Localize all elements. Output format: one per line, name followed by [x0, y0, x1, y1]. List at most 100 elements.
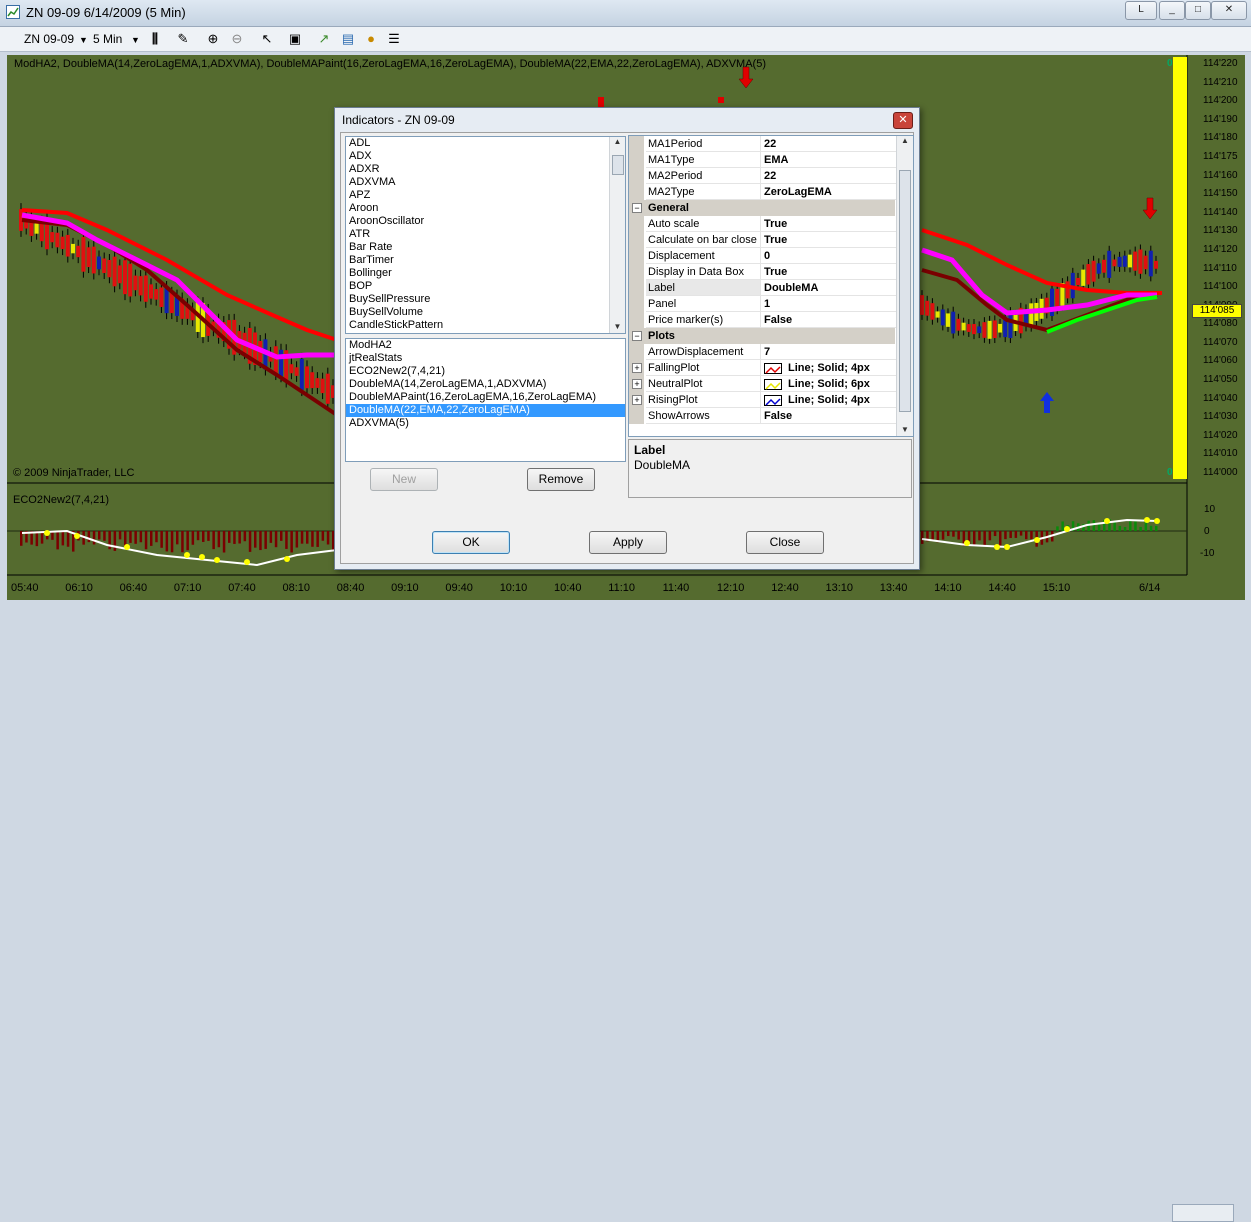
collapse-icon[interactable]: −	[632, 203, 642, 213]
close-window-button[interactable]: ✕	[1211, 1, 1247, 20]
available-indicator-item[interactable]: BOP	[346, 280, 625, 293]
property-row[interactable]: Display in Data Box True	[629, 264, 897, 280]
zoom-in-icon[interactable]: ⊕	[204, 30, 222, 48]
bar-type-icon[interactable]: ⫼	[146, 30, 164, 48]
indicators-icon[interactable]: ↗	[315, 30, 333, 48]
available-indicator-item[interactable]: AroonOscillator	[346, 215, 625, 228]
property-value[interactable]: ZeroLagEMA	[760, 184, 897, 200]
property-row[interactable]: + NeutralPlot Line; Solid; 6px	[629, 376, 897, 392]
available-indicator-item[interactable]: Aroon	[346, 202, 625, 215]
instrument-selector[interactable]: ZN 09-09	[24, 32, 74, 46]
property-category[interactable]: − Plots	[629, 328, 895, 344]
available-list-scrollbar[interactable]: ▲ ▼	[609, 137, 625, 333]
property-value[interactable]: 7	[760, 344, 897, 360]
applied-indicator-item[interactable]: ECO2New2(7,4,21)	[346, 365, 625, 378]
applied-indicator-item[interactable]: ModHA2	[346, 339, 625, 352]
remove-button[interactable]: Remove	[527, 468, 595, 491]
status-bar	[0, 600, 1251, 1222]
data-box-icon[interactable]: ☰	[385, 30, 403, 48]
properties-icon[interactable]: ▣	[286, 30, 304, 48]
expand-icon[interactable]: +	[632, 363, 642, 373]
scroll-thumb[interactable]	[899, 170, 911, 412]
available-indicator-item[interactable]: ATR	[346, 228, 625, 241]
available-indicator-item[interactable]: APZ	[346, 189, 625, 202]
property-value[interactable]: False	[760, 408, 897, 424]
plot-color-swatch	[764, 394, 782, 406]
property-value[interactable]: True	[760, 216, 897, 232]
applied-indicator-item[interactable]: DoubleMAPaint(16,ZeroLagEMA,16,ZeroLagEM…	[346, 391, 625, 404]
property-row[interactable]: Auto scale True	[629, 216, 897, 232]
available-indicator-item[interactable]: ADXVMA	[346, 176, 625, 189]
property-grid[interactable]: MA1Period 22 MA1Type EMA MA2Period 22 MA2Type Z…	[628, 135, 914, 437]
close-button[interactable]: Close	[746, 531, 824, 554]
zoom-out-icon[interactable]: ⊖	[228, 30, 246, 48]
expand-icon[interactable]: +	[632, 395, 642, 405]
property-row[interactable]: + FallingPlot Line; Solid; 4px	[629, 360, 897, 376]
histogram-bar	[1118, 525, 1122, 531]
available-indicator-item[interactable]: CandleStickPattern	[346, 319, 625, 332]
dialog-close-icon[interactable]: ✕	[893, 112, 913, 129]
expand-icon[interactable]: +	[632, 379, 642, 389]
property-grid-scrollbar[interactable]: ▲ ▼	[896, 136, 913, 436]
property-value[interactable]: False	[760, 312, 897, 328]
minimize-button[interactable]: _	[1159, 1, 1185, 20]
property-row[interactable]: Calculate on bar close True	[629, 232, 897, 248]
property-row[interactable]: ArrowDisplacement 7	[629, 344, 897, 360]
property-row[interactable]: + RisingPlot Line; Solid; 4px	[629, 392, 897, 408]
chevron-down-icon[interactable]: ▼	[131, 35, 140, 45]
applied-indicator-item[interactable]: jtRealStats	[346, 352, 625, 365]
interval-selector[interactable]: 5 Min	[93, 32, 122, 46]
applied-indicator-item[interactable]: DoubleMA(14,ZeroLagEMA,1,ADXVMA)	[346, 378, 625, 391]
available-indicator-item[interactable]: Bollinger	[346, 267, 625, 280]
property-row[interactable]: MA1Period 22	[629, 136, 897, 152]
property-row[interactable]: MA2Type ZeroLagEMA	[629, 184, 897, 200]
property-row[interactable]: Price marker(s) False	[629, 312, 897, 328]
applied-indicators-list[interactable]: ModHA2 jtRealStats ECO2New2(7,4,21) DoubleM…	[345, 338, 626, 462]
available-indicator-item[interactable]: ADXR	[346, 163, 625, 176]
available-indicator-item[interactable]: ADL	[346, 137, 625, 150]
drawing-pen-icon[interactable]: ✎	[174, 30, 192, 48]
collapse-icon[interactable]: −	[632, 331, 642, 341]
property-row[interactable]: Label DoubleMA	[629, 280, 897, 296]
chevron-down-icon[interactable]: ▼	[79, 35, 88, 45]
applied-indicator-item[interactable]: DoubleMA(22,EMA,22,ZeroLagEMA)	[346, 404, 625, 417]
scroll-up-icon[interactable]: ▲	[610, 137, 625, 146]
apply-button[interactable]: Apply	[589, 531, 667, 554]
horizontal-scrollbar[interactable]	[1172, 1204, 1234, 1222]
property-category[interactable]: − General	[629, 200, 895, 216]
property-row[interactable]: MA1Type EMA	[629, 152, 897, 168]
property-value[interactable]: 1	[760, 296, 897, 312]
applied-indicator-item[interactable]: ADXVMA(5)	[346, 417, 625, 430]
scroll-up-icon[interactable]: ▲	[897, 136, 913, 145]
available-indicator-item[interactable]: BuySellVolume	[346, 306, 625, 319]
property-value[interactable]: True	[760, 232, 897, 248]
ok-button[interactable]: OK	[432, 531, 510, 554]
property-value[interactable]: EMA	[760, 152, 897, 168]
scroll-down-icon[interactable]: ▼	[897, 425, 913, 434]
maximize-button[interactable]: □	[1185, 1, 1211, 20]
link-button[interactable]: L	[1125, 1, 1157, 20]
available-indicator-item[interactable]: ADX	[346, 150, 625, 163]
available-indicator-item[interactable]: BuySellPressure	[346, 293, 625, 306]
property-value[interactable]: Line; Solid; 6px	[760, 376, 897, 392]
property-row[interactable]: Panel 1	[629, 296, 897, 312]
property-row[interactable]: MA2Period 22	[629, 168, 897, 184]
property-value[interactable]: 0	[760, 248, 897, 264]
property-row[interactable]: ShowArrows False	[629, 408, 897, 424]
available-indicator-item[interactable]: BarTimer	[346, 254, 625, 267]
available-indicator-item[interactable]: Bar Rate	[346, 241, 625, 254]
cursor-icon[interactable]: ↖	[258, 30, 276, 48]
new-button[interactable]: New	[370, 468, 438, 491]
property-value[interactable]: 22	[760, 168, 897, 184]
scroll-down-icon[interactable]: ▼	[610, 322, 625, 331]
available-indicators-list[interactable]: ADL ADX ADXR ADXVMA APZ Aroon AroonOscillator A…	[345, 136, 626, 334]
scroll-thumb[interactable]	[612, 155, 624, 175]
strategies-icon[interactable]: ▤	[339, 30, 357, 48]
property-value[interactable]: Line; Solid; 4px	[760, 392, 897, 408]
property-value[interactable]: 22	[760, 136, 897, 152]
property-row[interactable]: Displacement 0	[629, 248, 897, 264]
property-value[interactable]: DoubleMA	[760, 280, 897, 296]
coin-icon[interactable]: ●	[362, 30, 380, 48]
property-value[interactable]: Line; Solid; 4px	[760, 360, 897, 376]
property-value[interactable]: True	[760, 264, 897, 280]
